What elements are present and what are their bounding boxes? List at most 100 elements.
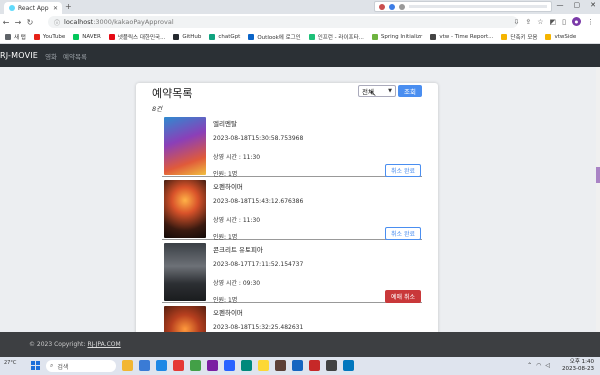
app-icon[interactable] xyxy=(309,360,320,371)
maximize-icon[interactable]: ▢ xyxy=(574,1,581,9)
movie-title: 엘리멘탈 xyxy=(213,120,237,128)
minimize-icon[interactable]: — xyxy=(557,1,564,9)
app-icon[interactable] xyxy=(343,360,354,371)
app-icon[interactable] xyxy=(241,360,252,371)
brand-logo[interactable]: RJ-MOVIE xyxy=(0,51,38,60)
new-tab-icon[interactable]: + xyxy=(65,2,72,11)
showtime: 상영 시간 : 09:30 xyxy=(213,280,261,287)
bookmark-label: 새 탭 xyxy=(14,34,26,41)
cancelled-button[interactable]: 취소 완료 xyxy=(385,227,421,240)
system-tray: ⌃ ◠ ◁ xyxy=(527,362,550,369)
search-button[interactable]: 조회 xyxy=(398,85,422,97)
bookmark-item[interactable]: 넷플릭스 대한민국... xyxy=(108,33,165,41)
scrollbar-thumb[interactable] xyxy=(596,167,600,183)
people-count: 인원: 1명 xyxy=(213,234,238,241)
reload-icon[interactable]: ↻ xyxy=(24,18,36,27)
bookmark-item[interactable]: 인프런 - 라이프타... xyxy=(308,33,364,41)
bookmark-item[interactable]: Spring Initializr xyxy=(371,33,423,40)
kakaotalk-icon[interactable] xyxy=(258,360,269,371)
volume-icon[interactable]: ◁ xyxy=(545,362,550,369)
bookmark-item[interactable]: vtw - Time Report... xyxy=(430,33,494,40)
app-navbar: RJ-MOVIE 영화 예약목록 xyxy=(0,44,600,67)
reservation-date: 2023-08-18T15:43:12.676386 xyxy=(213,198,304,205)
bookmark-item[interactable]: NAVER xyxy=(73,33,101,40)
close-icon[interactable]: ✕ xyxy=(53,5,58,12)
bookmark-icon xyxy=(5,33,11,40)
weather-widget[interactable]: 27°C xyxy=(4,360,16,366)
app-icon[interactable] xyxy=(275,360,286,371)
nav-link-reservations[interactable]: 예약목록 xyxy=(63,51,87,61)
cancelled-button[interactable]: 취소 완료 xyxy=(385,164,421,177)
extension-strip xyxy=(374,1,552,12)
extensions-icon[interactable]: ◩ xyxy=(550,18,557,26)
url-field[interactable]: ⓘ localhost:3000/kakaoPayApproval xyxy=(48,16,518,28)
clock[interactable]: 오후 1:40 2023-08-23 xyxy=(562,359,594,373)
bookmark-item[interactable]: YouTube xyxy=(33,33,66,40)
sidebar-icon[interactable]: ▯ xyxy=(562,18,566,26)
bookmark-label: Spring Initializr xyxy=(380,33,423,40)
file-explorer-icon[interactable] xyxy=(122,360,133,371)
people-count: 인원: 1명 xyxy=(213,297,238,304)
app-icon[interactable] xyxy=(173,360,184,371)
bookmark-label: YouTube xyxy=(42,33,66,40)
extension-icon[interactable] xyxy=(389,3,395,10)
mouse-cursor-icon: ↖ xyxy=(370,89,377,98)
back-icon[interactable]: ← xyxy=(0,18,12,27)
reservation-item: 엘리멘탈 2023-08-18T15:30:58.753968 상영 시간 : … xyxy=(162,115,422,178)
windows-start-icon[interactable] xyxy=(31,361,40,370)
bookmark-label: vtwSide xyxy=(554,33,577,40)
bookmark-icon xyxy=(33,33,40,40)
bookmark-item[interactable]: chatGpt xyxy=(209,33,240,40)
chrome-icon[interactable] xyxy=(190,360,201,371)
filter-select[interactable]: 전체 ▼ xyxy=(358,85,396,97)
taskbar-search[interactable]: ⌕ 검색 xyxy=(46,360,116,372)
star-icon[interactable]: ☆ xyxy=(537,18,543,26)
forward-icon[interactable]: → xyxy=(12,18,24,27)
bookmark-item[interactable]: GitHub xyxy=(173,33,201,40)
copyright-text: © 2023 Copyright: xyxy=(29,341,86,348)
app-icon[interactable] xyxy=(207,360,218,371)
record-icon[interactable] xyxy=(379,3,385,10)
showtime: 상영 시간 : 11:30 xyxy=(213,154,261,161)
bookmark-item[interactable]: 새 탭 xyxy=(5,33,26,41)
app-icon[interactable] xyxy=(326,360,337,371)
extension-icon[interactable] xyxy=(399,3,405,10)
menu-icon[interactable]: ⋮ xyxy=(587,18,594,26)
react-icon xyxy=(9,5,15,11)
bookmark-icon xyxy=(430,33,437,40)
share-icon[interactable]: ⇪ xyxy=(525,18,531,26)
chevron-up-icon[interactable]: ⌃ xyxy=(527,362,532,369)
scrollbar[interactable] xyxy=(596,67,600,332)
movie-poster xyxy=(164,180,206,238)
app-icon[interactable] xyxy=(224,360,235,371)
profile-avatar[interactable]: ● xyxy=(572,17,581,26)
movie-poster xyxy=(164,117,206,175)
nav-link-movies[interactable]: 영화 xyxy=(45,51,57,61)
movie-title: 콘크리트 유토피아 xyxy=(213,246,263,254)
bookmark-label: vtw - Time Report... xyxy=(439,33,494,40)
app-icon[interactable] xyxy=(139,360,150,371)
url-host: localhost xyxy=(64,18,94,26)
bookmark-item[interactable]: Outlook에 로그인 xyxy=(248,33,301,41)
bookmark-label: Outlook에 로그인 xyxy=(257,34,301,41)
download-icon[interactable]: ⇩ xyxy=(513,18,519,26)
wifi-icon[interactable]: ◠ xyxy=(536,362,541,369)
site-info-icon[interactable]: ⓘ xyxy=(54,18,60,27)
search-placeholder: 검색 xyxy=(57,363,69,371)
app-icon[interactable] xyxy=(292,360,303,371)
clock-date: 2023-08-23 xyxy=(562,366,594,372)
footer-link[interactable]: RJ-JPA.COM xyxy=(87,341,120,348)
bookmark-icon xyxy=(173,33,180,40)
reservation-date: 2023-08-17T17:11:52.154737 xyxy=(213,261,304,268)
bookmark-item[interactable]: 단축키 모음 xyxy=(501,33,537,41)
bookmark-item[interactable]: vtwSide xyxy=(545,33,577,40)
cancel-reservation-button[interactable]: 예매 취소 xyxy=(385,290,421,303)
bookmark-icon xyxy=(545,33,552,40)
tab-title: React App xyxy=(18,4,49,12)
close-window-icon[interactable]: ✕ xyxy=(590,1,596,9)
browser-tab[interactable]: React App ✕ xyxy=(4,2,62,14)
progress-bar xyxy=(409,5,547,8)
app-icon[interactable] xyxy=(156,360,167,371)
movie-poster xyxy=(164,306,206,332)
bookmark-label: 단축키 모음 xyxy=(510,34,538,41)
